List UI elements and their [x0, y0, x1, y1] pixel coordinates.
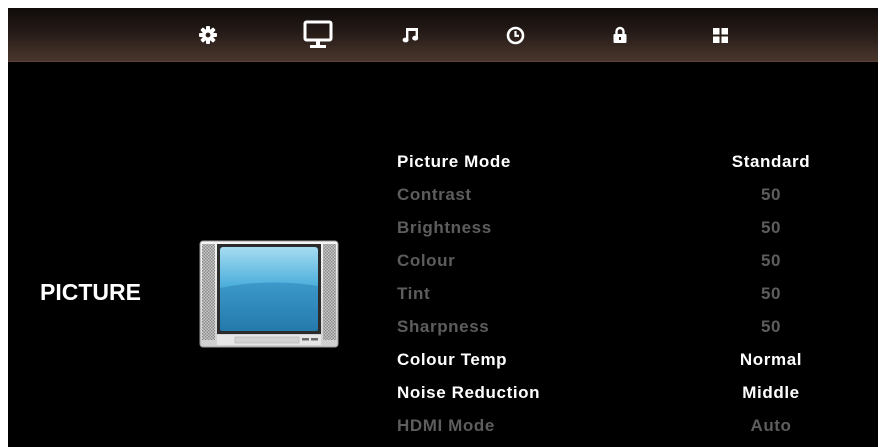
- gear-icon: [198, 25, 218, 45]
- setting-value: Auto: [750, 416, 792, 435]
- tab-lock[interactable]: [609, 8, 631, 62]
- setting-row-tint: Tint 50: [397, 280, 837, 308]
- setting-label: Contrast: [397, 185, 472, 204]
- setting-label: Colour: [397, 251, 456, 270]
- setting-row-noise-reduction[interactable]: Noise Reduction Middle: [397, 379, 837, 407]
- tab-setup[interactable]: [194, 8, 222, 62]
- setting-value: 50: [760, 284, 782, 303]
- setting-row-sharpness: Sharpness 50: [397, 313, 837, 341]
- setting-row-picture-mode[interactable]: Picture Mode Standard: [397, 148, 837, 176]
- setting-label: Brightness: [397, 218, 492, 237]
- setting-label: Sharpness: [397, 317, 490, 336]
- clock-icon: [506, 26, 525, 45]
- setting-label: Colour Temp: [397, 350, 508, 369]
- padlock-icon: [612, 26, 628, 44]
- setting-row-colour-temp[interactable]: Colour Temp Normal: [397, 346, 837, 374]
- tab-sound[interactable]: [400, 8, 422, 62]
- setting-label: Noise Reduction: [397, 383, 541, 402]
- setting-value: 50: [760, 251, 782, 270]
- grid-icon: [712, 27, 729, 44]
- setting-value: Normal: [739, 350, 803, 369]
- setting-value: Middle: [742, 383, 800, 402]
- monitor-icon: [303, 20, 333, 50]
- section-title: PICTURE: [40, 279, 141, 305]
- setting-row-colour: Colour 50: [397, 247, 837, 275]
- setting-label: HDMI Mode: [397, 416, 495, 435]
- tab-apps[interactable]: [709, 8, 731, 62]
- music-note-icon: [402, 26, 420, 44]
- setting-row-contrast: Contrast 50: [397, 181, 837, 209]
- setting-value: 50: [760, 218, 782, 237]
- setting-value: Standard: [731, 152, 811, 171]
- setting-label: Tint: [397, 284, 431, 303]
- setting-row-hdmi-mode: HDMI Mode Auto: [397, 412, 837, 440]
- setting-value: 50: [760, 185, 782, 204]
- setting-row-brightness: Brightness 50: [397, 214, 837, 242]
- tv-menu-screen: PICTURE Picture Mode Standard Contrast 5…: [8, 8, 878, 447]
- setting-label: Picture Mode: [397, 152, 511, 171]
- tv-icon: [199, 240, 339, 353]
- tab-picture[interactable]: [301, 8, 335, 62]
- tab-time[interactable]: [503, 8, 527, 62]
- setting-value: 50: [760, 317, 782, 336]
- menu-tab-bar: [8, 8, 878, 62]
